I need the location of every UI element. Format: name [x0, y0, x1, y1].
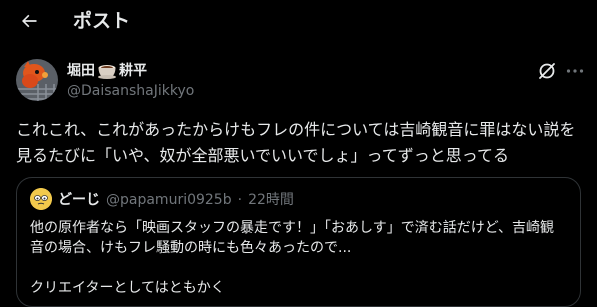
- quote-avatar[interactable]: [30, 188, 52, 210]
- quote-text: 他の原作者なら「映画スタッフの暴走です！」「おあしす」で済む話だけど、吉崎観音の…: [30, 220, 555, 256]
- quote-display-name[interactable]: どーじ: [58, 190, 100, 210]
- display-name-part2: 耕平: [119, 63, 147, 79]
- quote-separator: ·: [237, 192, 243, 208]
- display-name-part1: 堀田: [67, 63, 95, 79]
- more-options-button[interactable]: [564, 60, 586, 82]
- more-horizontal-icon: [566, 69, 584, 73]
- grok-icon: [539, 63, 555, 79]
- user-handle[interactable]: @DaisanshaJikkyo: [67, 81, 194, 101]
- top-bar: ポスト: [0, 0, 597, 44]
- quote-text-continued: クリエイターとしてはともかく: [30, 280, 225, 296]
- arrow-left-icon: [22, 14, 37, 28]
- quote-timestamp[interactable]: 22時間: [248, 190, 294, 210]
- avatar[interactable]: [16, 59, 58, 101]
- display-name[interactable]: 堀田 耕平: [67, 61, 147, 81]
- post-text: これこれ、これがあったからけもフレの件については吉崎観音に罪はない説を見るたびに…: [16, 120, 576, 165]
- quote-handle[interactable]: @papamuri0925b: [106, 190, 232, 210]
- quoted-post[interactable]: どーじ @papamuri0925b · 22時間 他の原作者なら「映画スタッフ…: [16, 177, 581, 307]
- quote-header: どーじ @papamuri0925b · 22時間: [58, 190, 294, 210]
- page-title: ポスト: [73, 10, 131, 32]
- back-button[interactable]: [16, 8, 42, 34]
- grok-button[interactable]: [536, 60, 558, 82]
- coffee-cup-icon: [98, 65, 116, 79]
